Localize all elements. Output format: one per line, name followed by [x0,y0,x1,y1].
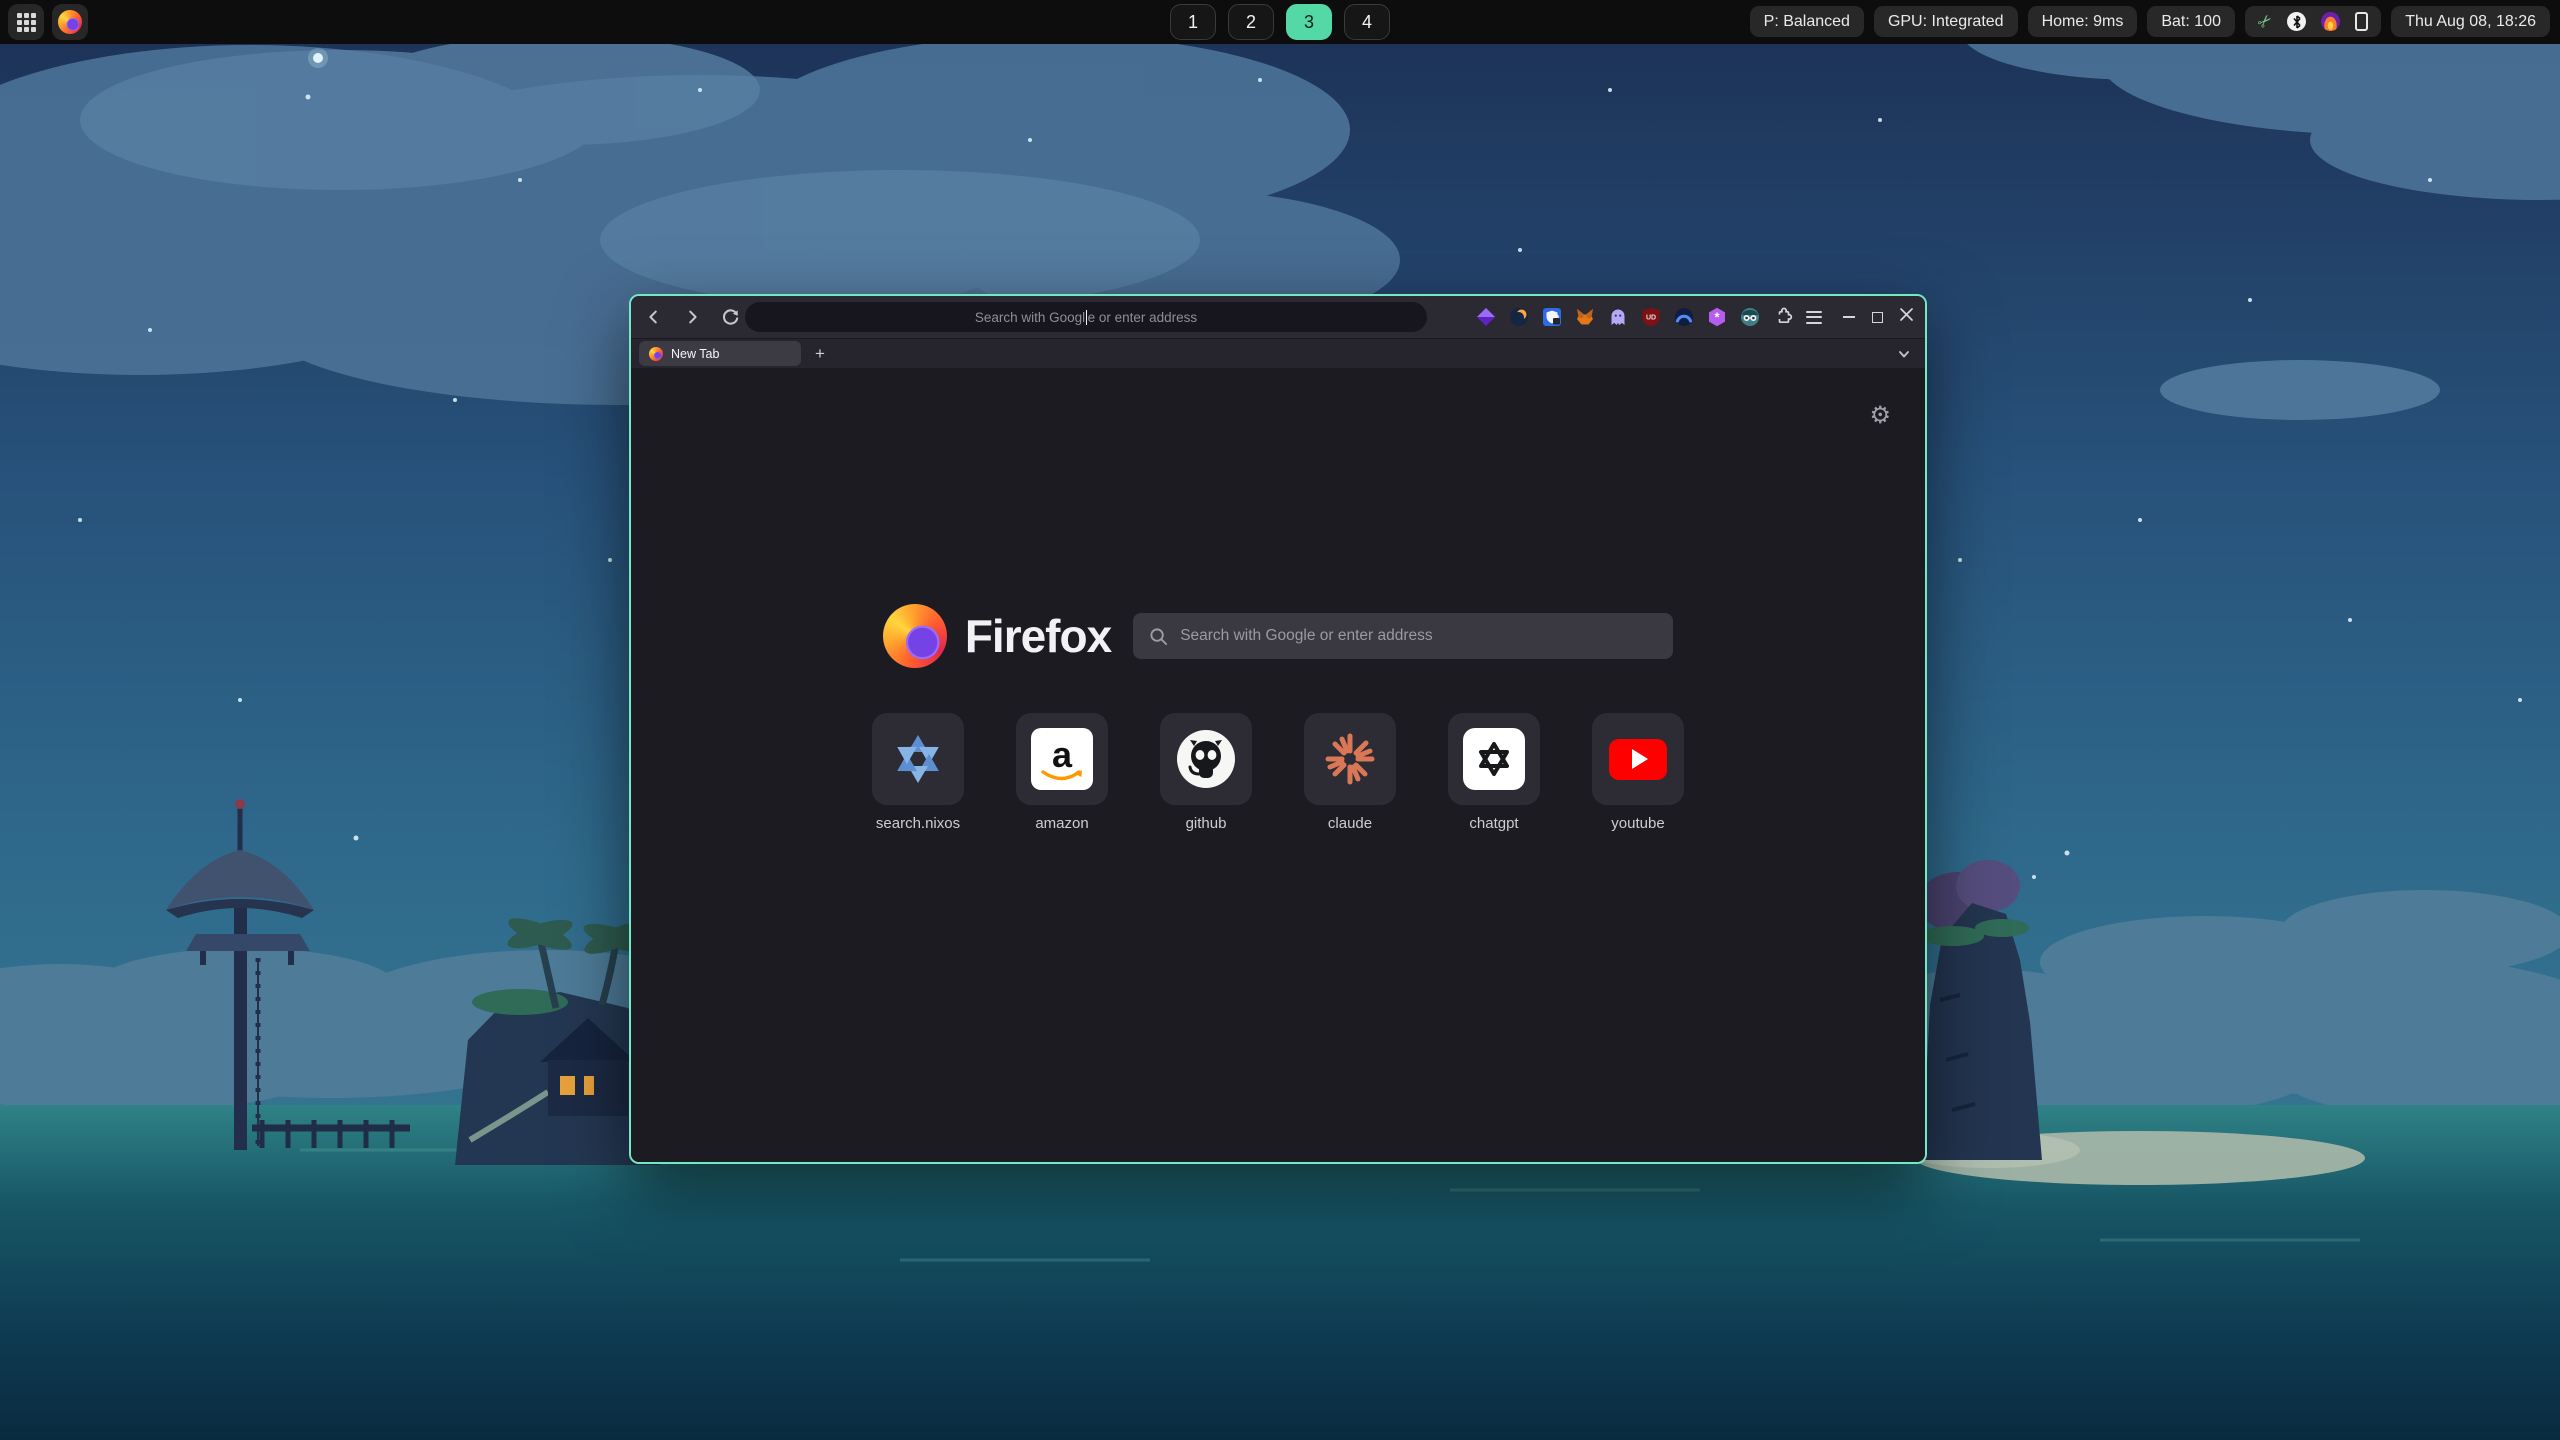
url-placeholder-right: e or enter address [1088,310,1198,325]
device-icon[interactable] [2355,12,2368,31]
nixos-snowflake-icon [891,732,945,786]
tab-favicon-firefox-icon [649,347,663,361]
top-status-bar: 1 2 3 4 P: Balanced GPU: Integrated Home… [0,0,2560,44]
extension-nordvpn-arc-icon[interactable] [1674,307,1694,327]
url-placeholder-left: Search with Googl [975,310,1085,325]
firefox-branding: Firefox [883,604,1111,668]
new-tab-button[interactable]: + [815,345,825,362]
window-close-button[interactable] [1900,308,1913,326]
workspace-button-3-active[interactable]: 3 [1286,4,1332,40]
back-button[interactable] [643,306,665,328]
shortcut-search-nixos[interactable]: search.nixos [872,713,964,832]
window-maximize-button[interactable] [1872,312,1883,323]
menu-hamburger-button[interactable] [1806,311,1822,324]
extension-metamask-fox-icon[interactable] [1575,307,1595,327]
forward-button[interactable] [681,306,703,328]
amazon-icon: a [1031,728,1093,790]
ping-widget[interactable]: Home: 9ms [2028,6,2138,37]
personalize-gear-icon[interactable]: ⚙ [1869,404,1891,428]
claude-starburst-icon [1323,732,1377,786]
tab-title: New Tab [671,347,719,361]
shortcut-label: claude [1328,815,1372,832]
new-tab-page: ⚙ Firefox Search with Google or enter ad… [631,368,1925,1162]
shortcut-label: github [1186,815,1227,832]
extension-shield-lock-icon[interactable] [1542,307,1562,327]
extension-hex-asterisk-icon[interactable]: * [1707,307,1727,327]
hut-window-lit [560,1076,575,1095]
workspace-button-2[interactable]: 2 [1228,4,1274,40]
power-profile-widget[interactable]: P: Balanced [1750,6,1864,37]
workspace-switcher: 1 2 3 4 [1170,4,1390,40]
desktop: 1 2 3 4 P: Balanced GPU: Integrated Home… [0,0,2560,1440]
bluetooth-icon[interactable] [2287,12,2306,31]
shortcut-label: amazon [1035,815,1088,832]
extension-spy-icon[interactable] [1740,307,1760,327]
workspace-button-4[interactable]: 4 [1344,4,1390,40]
shortcut-github[interactable]: github [1160,713,1252,832]
extension-proton-orb-icon[interactable] [1509,307,1529,327]
url-bar[interactable]: Search with Googl e or enter address [745,302,1427,332]
extension-ublock-shield-icon[interactable]: UD [1641,307,1661,327]
shortcut-label: search.nixos [876,815,960,832]
shortcut-label: chatgpt [1469,815,1518,832]
newtab-search-placeholder: Search with Google or enter address [1180,627,1432,645]
app-launcher-button[interactable] [8,4,44,40]
github-octocat-icon [1176,729,1236,789]
firefox-window: Search with Googl e or enter address [629,294,1927,1164]
navigation-toolbar: Search with Googl e or enter address [631,296,1925,338]
firefox-icon [58,10,82,34]
svg-text:UD: UD [1646,315,1656,322]
chatgpt-icon [1463,728,1525,790]
workspace-button-1[interactable]: 1 [1170,4,1216,40]
extension-ghost-icon[interactable] [1608,307,1628,327]
shortcut-label: youtube [1611,815,1664,832]
extension-gem-icon[interactable] [1476,307,1496,327]
system-tray: ✂ [2245,6,2381,37]
gpu-mode-widget[interactable]: GPU: Integrated [1874,6,2018,37]
reload-button[interactable] [719,306,741,328]
clock-widget[interactable]: Thu Aug 08, 18:26 [2391,6,2550,37]
firefox-logo-large-icon [883,604,947,668]
battery-widget[interactable]: Bat: 100 [2147,6,2235,37]
list-all-tabs-chevron-icon[interactable] [1897,347,1911,366]
shortcut-tiles: search.nixos a amazon [631,713,1925,832]
shortcut-amazon[interactable]: a amazon [1016,713,1108,832]
shortcut-chatgpt[interactable]: chatgpt [1448,713,1540,832]
search-magnifier-icon [1149,627,1168,646]
extensions-puzzle-icon[interactable] [1773,307,1793,327]
shortcut-youtube[interactable]: youtube [1592,713,1684,832]
tab-new-tab[interactable]: New Tab [639,341,801,366]
youtube-play-icon [1609,739,1667,780]
firefox-wordmark: Firefox [965,609,1111,663]
firefox-launcher-button[interactable] [52,4,88,40]
newtab-search-input[interactable]: Search with Google or enter address [1133,613,1673,659]
scissors-icon[interactable]: ✂ [2254,10,2276,32]
shortcut-claude[interactable]: claude [1304,713,1396,832]
amazon-letter: a [1052,741,1072,770]
apps-grid-icon [17,13,36,32]
tab-bar: New Tab + [631,338,1925,368]
flame-icon[interactable] [2321,12,2340,31]
window-minimize-button[interactable] [1843,316,1855,318]
